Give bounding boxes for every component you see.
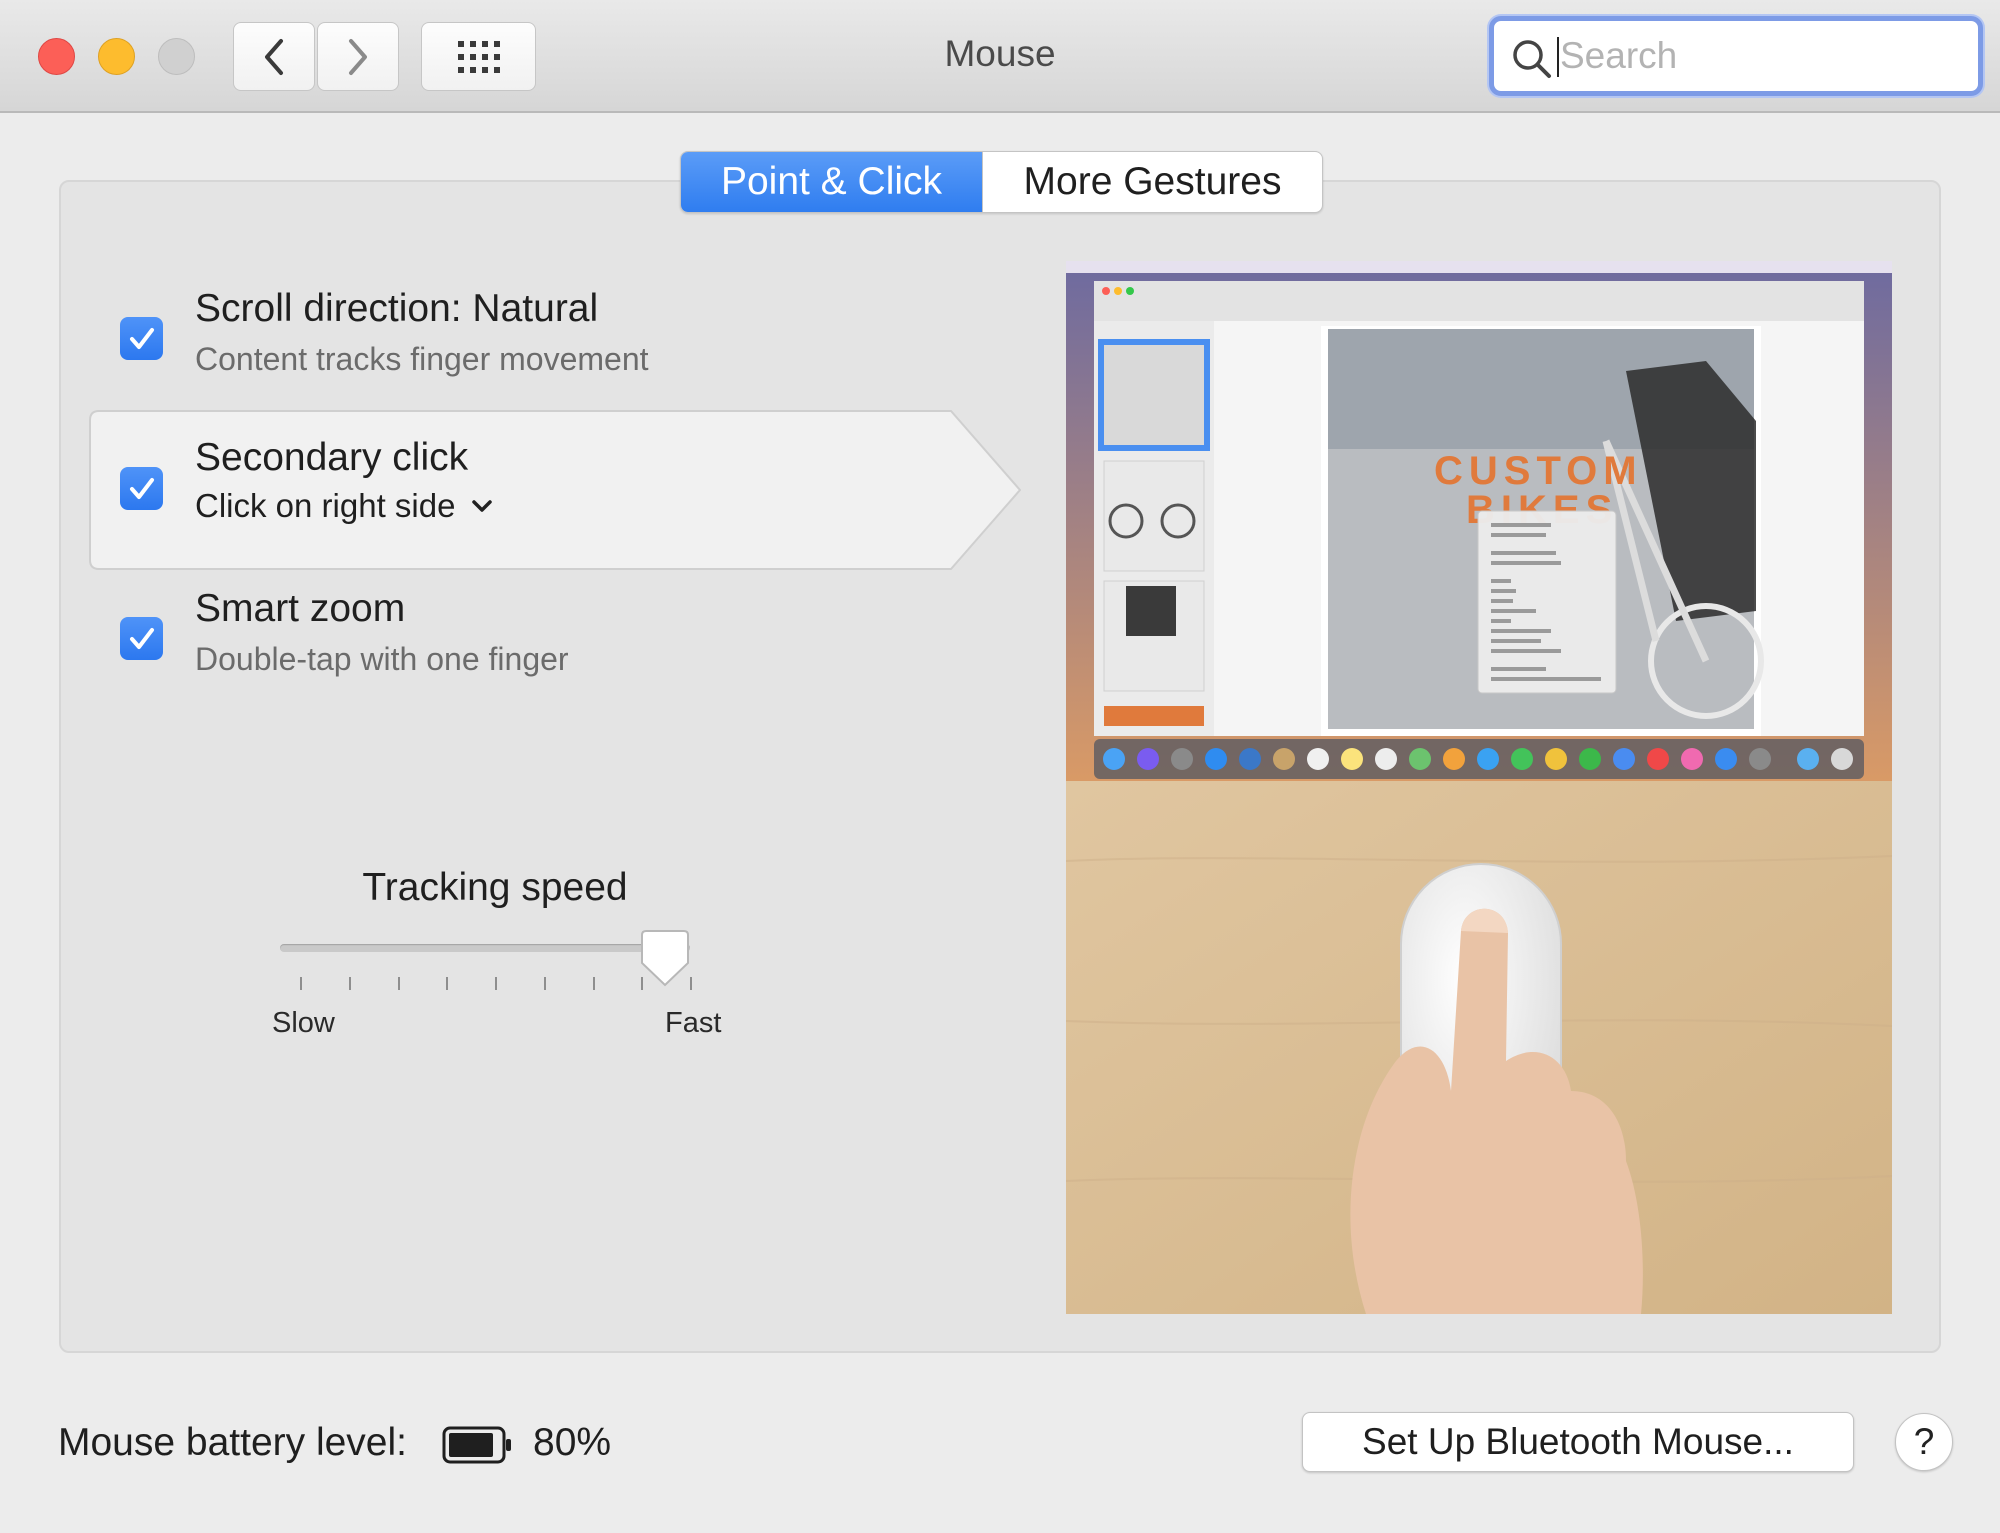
secondary-click-checkbox[interactable] [120, 467, 163, 510]
back-button[interactable] [233, 22, 315, 91]
zoom-window-button [158, 38, 195, 75]
chevron-left-icon [265, 38, 283, 75]
secondary-click-popup[interactable]: Click on right side [195, 487, 493, 525]
scroll-direction-checkbox[interactable] [120, 317, 163, 360]
checkmark-icon [129, 327, 154, 349]
secondary-click-title: Secondary click [195, 436, 469, 479]
search-placeholder: Search [1560, 35, 1678, 76]
grid-icon [457, 40, 500, 73]
help-button[interactable]: ? [1895, 1413, 1953, 1471]
forward-button[interactable] [317, 22, 399, 91]
tracking-speed-tick [348, 977, 351, 990]
battery-percent: 80% [533, 1421, 612, 1464]
tracking-speed-tick [397, 977, 400, 990]
tracking-speed-tick [495, 977, 497, 990]
show-all-button[interactable] [421, 22, 536, 91]
search-field[interactable]: Search [1489, 16, 1983, 96]
title-bar: Mouse Search [0, 0, 2000, 113]
slider-max-label: Fast [665, 1007, 722, 1039]
tracking-speed-tick [592, 977, 595, 990]
tracking-speed-thumb[interactable] [640, 929, 690, 989]
battery-icon [442, 1426, 511, 1464]
tab-bar: Point & Click More Gestures [680, 151, 1323, 213]
smart-zoom-checkbox[interactable] [120, 617, 163, 660]
checkmark-icon [129, 627, 154, 649]
tracking-speed-tick [300, 977, 302, 990]
chevron-right-icon [349, 38, 367, 75]
secondary-click-value: Click on right side [195, 487, 456, 524]
gesture-preview-image: CUSTOM BIKES [1066, 261, 1892, 1314]
scroll-direction-title: Scroll direction: Natural [195, 287, 599, 330]
close-window-button[interactable] [38, 38, 75, 75]
set-up-bluetooth-mouse-button[interactable]: Set Up Bluetooth Mouse... [1302, 1412, 1854, 1472]
checkmark-icon [129, 477, 154, 499]
slider-min-label: Slow [272, 1007, 335, 1039]
minimize-window-button[interactable] [98, 38, 135, 75]
scroll-direction-subtitle: Content tracks finger movement [195, 341, 649, 377]
text-cursor [1557, 37, 1559, 77]
tracking-speed-label: Tracking speed [362, 866, 628, 909]
smart-zoom-subtitle: Double-tap with one finger [195, 641, 569, 677]
tracking-speed-track[interactable] [280, 944, 690, 952]
search-icon [1513, 40, 1551, 78]
tab-point-and-click[interactable]: Point & Click [681, 152, 982, 212]
window-title: Mouse [944, 33, 1056, 74]
preview-screen-text: CUSTOM [1434, 449, 1643, 493]
tracking-speed-tick [543, 977, 546, 990]
tab-more-gestures[interactable]: More Gestures [982, 152, 1322, 212]
tracking-speed-tick [446, 977, 449, 990]
battery-level-label: Mouse battery level: [58, 1421, 408, 1464]
smart-zoom-title: Smart zoom [195, 587, 406, 630]
chevron-down-icon [472, 500, 493, 512]
